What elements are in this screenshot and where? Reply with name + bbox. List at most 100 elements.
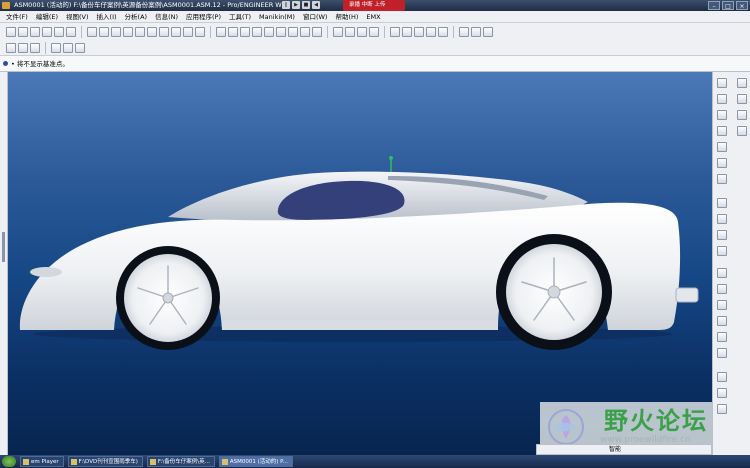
boundary-blend-icon[interactable] [717, 372, 727, 382]
sketch-tool-icon[interactable] [717, 126, 727, 136]
taskbar-item[interactable]: F:\DVD刊刊宣围雨季车) [67, 456, 143, 467]
refit-icon[interactable] [264, 26, 274, 37]
select-box-icon[interactable] [195, 26, 205, 37]
blend-tool-icon[interactable] [717, 246, 727, 256]
style-tool-icon[interactable] [717, 404, 727, 414]
zoom-in-icon[interactable] [240, 26, 250, 37]
cut-icon[interactable] [111, 26, 121, 37]
csys-tool-icon[interactable] [717, 158, 727, 168]
orient-icon[interactable] [216, 26, 226, 37]
player-controls[interactable]: ❙ ▶ ■ ◀ [282, 1, 320, 10]
open-folder-icon[interactable] [18, 26, 28, 37]
email-link-icon[interactable] [66, 26, 76, 37]
menu-insert[interactable]: 插入(I) [93, 11, 121, 23]
sketch-icon[interactable] [6, 42, 16, 53]
zoom-out-icon[interactable] [252, 26, 262, 37]
save-icon[interactable] [30, 26, 40, 37]
datum-plane-tool-icon[interactable] [717, 78, 727, 88]
menu-file[interactable]: 文件(F) [2, 11, 32, 23]
layers-icon[interactable] [300, 26, 310, 37]
extrude-tool-icon[interactable] [717, 198, 727, 208]
trim-tool-icon[interactable] [737, 110, 747, 120]
shading-icon[interactable] [369, 26, 379, 37]
datum-planes-icon[interactable] [390, 26, 400, 37]
find-icon[interactable] [183, 26, 193, 37]
minimize-icon[interactable]: – [708, 1, 720, 10]
play-icon[interactable]: ▶ [292, 1, 300, 9]
regen-manager-icon[interactable] [171, 26, 181, 37]
assemble-icon[interactable] [51, 42, 61, 53]
menu-tools[interactable]: 工具(T) [225, 11, 255, 23]
revolve-icon[interactable] [30, 42, 40, 53]
redo-icon[interactable] [99, 26, 109, 37]
no-hidden-icon[interactable] [357, 26, 367, 37]
datum-point-tool-icon[interactable] [717, 142, 727, 152]
mirror-tool-icon[interactable] [737, 78, 747, 88]
graphics-window[interactable] [8, 72, 712, 455]
repeat-icon[interactable] [75, 42, 85, 53]
menu-edit[interactable]: 编辑(E) [32, 11, 62, 23]
saved-views-icon[interactable] [288, 26, 298, 37]
create-component-icon[interactable] [63, 42, 73, 53]
taskbar-item[interactable]: F:\备份车仔案例\英... [146, 456, 215, 467]
copy-icon[interactable] [123, 26, 133, 37]
menu-window[interactable]: 窗口(W) [299, 11, 332, 23]
draft-tool-icon[interactable] [717, 316, 727, 326]
context-help-icon[interactable] [483, 26, 493, 37]
menu-emx[interactable]: EMX [362, 11, 384, 23]
datum-axes-icon[interactable] [402, 26, 412, 37]
csys-icon[interactable] [426, 26, 436, 37]
sweep-tool-icon[interactable] [717, 230, 727, 240]
datum-points-icon[interactable] [414, 26, 424, 37]
undo-icon[interactable] [87, 26, 97, 37]
model-tree-icon[interactable] [471, 26, 481, 37]
menu-help[interactable]: 帮助(H) [331, 11, 362, 23]
print-icon[interactable] [42, 26, 52, 37]
navigator-grip[interactable] [2, 232, 5, 262]
annotation-icon[interactable] [438, 26, 448, 37]
rib-tool-icon[interactable] [717, 300, 727, 310]
variable-sweep-icon[interactable] [717, 388, 727, 398]
navigator-strip[interactable] [0, 72, 8, 455]
menu-analysis[interactable]: 分析(A) [121, 11, 152, 23]
analysis-tool-icon[interactable] [717, 174, 727, 184]
pattern-tool-icon[interactable] [737, 126, 747, 136]
menu-info[interactable]: 信息(N) [151, 11, 182, 23]
view-manager-icon[interactable] [312, 26, 322, 37]
maximize-icon[interactable]: □ [722, 1, 734, 10]
spin-center-icon[interactable] [228, 26, 238, 37]
car-model[interactable] [8, 72, 712, 455]
merge-tool-icon[interactable] [737, 94, 747, 104]
extrude-icon[interactable] [18, 42, 28, 53]
window-controls[interactable]: – □ × [708, 1, 748, 10]
close-icon[interactable]: × [736, 1, 748, 10]
dashboard-icon[interactable] [459, 26, 469, 37]
menu-manikin[interactable]: Manikin(M) [255, 11, 299, 23]
message-area: • 将不显示基准点。 [0, 56, 750, 72]
datum-axis-tool-icon[interactable] [717, 94, 727, 104]
selection-filter[interactable]: 智能 [609, 446, 621, 453]
regenerate-icon[interactable] [159, 26, 169, 37]
stop-icon[interactable]: ■ [302, 1, 310, 9]
reorient-icon[interactable] [276, 26, 286, 37]
menu-view[interactable]: 视图(V) [62, 11, 93, 23]
shell-tool-icon[interactable] [717, 284, 727, 294]
taskbar-item-active[interactable]: ASM0001 (活动的) P... [218, 456, 293, 467]
hidden-line-icon[interactable] [345, 26, 355, 37]
recorder-badge[interactable]: 录播 中断 上传 [343, 0, 405, 11]
paste-special-icon[interactable] [147, 26, 157, 37]
datum-curve-tool-icon[interactable] [717, 110, 727, 120]
new-file-icon[interactable] [6, 26, 16, 37]
taskbar-item[interactable]: em Player [20, 456, 64, 467]
pause-icon[interactable]: ❙ [282, 1, 290, 9]
start-button[interactable] [2, 456, 16, 467]
menu-applications[interactable]: 应用程序(P) [182, 11, 225, 23]
paste-icon[interactable] [135, 26, 145, 37]
chamfer-tool-icon[interactable] [717, 348, 727, 358]
wireframe-icon[interactable] [333, 26, 343, 37]
email-icon[interactable] [54, 26, 64, 37]
revolve-tool-icon[interactable] [717, 214, 727, 224]
round-tool-icon[interactable] [717, 332, 727, 342]
hole-tool-icon[interactable] [717, 268, 727, 278]
prev-icon[interactable]: ◀ [312, 1, 320, 9]
